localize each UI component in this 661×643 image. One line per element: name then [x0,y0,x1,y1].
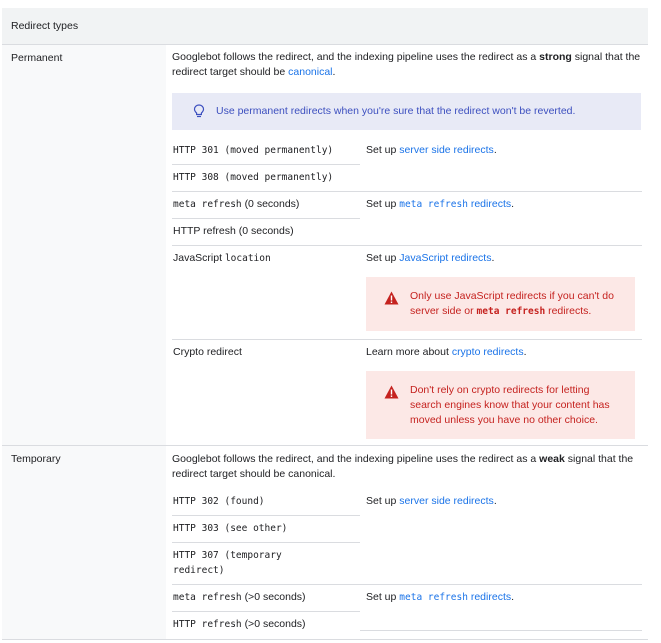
warning-line: Only use JavaScript redirects if you can… [410,290,614,302]
setup-prefix: Set up [366,144,397,156]
meta-refresh-suffix: (0 seconds) [244,198,300,210]
crypto-warning-text: Don't rely on crypto redirects for letti… [410,383,620,428]
temporary-desc-line2: redirect target should be canonical. [172,468,336,480]
warning-code: meta refresh [476,306,546,317]
temporary-desc-emphasis: weak [539,453,565,465]
setup-period: . [511,591,515,603]
permanent-label-cell: Permanent [2,45,166,445]
permanent-note-text: Use permanent redirects when you're sure… [216,105,576,117]
temporary-label-cell: Temporary [2,446,166,640]
setup-prefix: Set up [366,198,397,210]
javascript-redirects-link[interactable]: JavaScript redirects [399,252,491,264]
warning-line: search engines know that your content ha… [410,399,610,411]
setup-period: . [491,252,495,264]
javascript-location-label: JavaScript location [173,251,271,266]
redirect-types-table: Redirect types Permanent Googlebot follo… [0,0,661,643]
warning-line: moved unless you have no other choice. [410,414,598,426]
temporary-meta-refresh-setup-text: Set up meta refresh redirects. [366,590,514,605]
temporary-server-side-setup-text: Set up server side redirects. [366,494,497,509]
setup-period: . [493,144,497,156]
row-divider [172,584,642,585]
http-308-label: HTTP 308 (moved permanently) [173,172,334,183]
http-refresh-label: HTTP refresh (0 seconds) [173,225,294,237]
row-divider [172,218,360,219]
temporary-desc-text-end: signal that the [567,453,634,465]
server-side-setup-text: Set up server side redirects. [366,143,497,158]
setup-period: . [523,346,527,358]
permanent-desc-period: . [332,66,336,78]
meta-refresh-code: meta refresh [173,592,242,603]
temporary-http-refresh-label: HTTP refresh (>0 seconds) [173,617,306,632]
lightbulb-icon [193,104,205,118]
meta-refresh-redirects-link[interactable]: redirects [471,198,511,210]
meta-refresh-label: meta refresh (0 seconds) [173,197,299,212]
permanent-description: Googlebot follows the redirect, and the … [172,50,648,80]
warning-triangle-icon [384,385,399,399]
table-bottom-border [2,639,648,640]
crypto-redirects-link[interactable]: crypto redirects [452,346,524,358]
table-header-row: Redirect types [2,8,648,45]
meta-refresh-link-code[interactable]: meta refresh [399,592,468,603]
permanent-desc-text: Googlebot follows the redirect, and the … [172,51,537,63]
crypto-warning-callout: Don't rely on crypto redirects for letti… [366,371,635,439]
http-307-line: HTTP 307 (temporary [173,550,282,561]
row-divider [172,164,360,165]
meta-refresh-link-code[interactable]: meta refresh [399,199,468,210]
permanent-label: Permanent [11,52,63,64]
row-divider [172,245,642,246]
setup-period: . [511,198,515,210]
setup-prefix: Set up [366,252,397,264]
javascript-setup-text: Set up JavaScript redirects. [366,251,494,266]
meta-refresh-code: meta refresh [173,199,242,210]
temporary-meta-refresh-label: meta refresh (>0 seconds) [173,590,306,605]
row-divider [172,542,360,543]
http-303-label: HTTP 303 (see other) [173,523,288,534]
permanent-desc-text-end: signal that the [574,51,641,63]
http-301-label: HTTP 301 (moved permanently) [173,145,334,156]
row-divider [172,515,360,516]
setup-prefix: Set up [366,591,397,603]
permanent-desc-emphasis: strong [539,51,572,63]
warning-line-end: redirects. [548,305,592,317]
javascript-warning-text: Only use JavaScript redirects if you can… [410,289,620,319]
meta-refresh-redirects-link[interactable]: redirects [471,591,511,603]
meta-refresh-setup-text: Set up meta refresh redirects. [366,197,514,212]
server-side-redirects-link[interactable]: server side redirects [399,144,494,156]
setup-period: . [493,495,497,507]
http-refresh-suffix: (>0 seconds) [244,618,306,630]
server-side-redirects-link[interactable]: server side redirects [399,495,494,507]
http-302-label: HTTP 302 (found) [173,496,265,507]
location-code: location [224,253,271,264]
row-divider [360,630,642,631]
warning-line: Don't rely on crypto redirects for letti… [410,384,590,396]
crypto-redirect-label: Crypto redirect [173,346,242,358]
row-divider [172,611,360,612]
javascript-warning-callout: Only use JavaScript redirects if you can… [366,277,635,331]
row-divider [172,191,642,192]
http-refresh-code: HTTP refresh [173,619,242,630]
warning-triangle-icon [384,291,399,305]
setup-prefix: Set up [366,495,397,507]
http-307-line: redirect) [173,565,225,576]
permanent-note-callout: Use permanent redirects when you're sure… [172,93,641,130]
learn-more-prefix: Learn more about [366,346,449,358]
http-307-label: HTTP 307 (temporary redirect) [173,548,282,578]
canonical-link[interactable]: canonical [288,66,332,78]
permanent-desc-line2: redirect target should be [172,66,286,78]
crypto-learn-more-text: Learn more about crypto redirects. [366,345,527,360]
temporary-desc-text: Googlebot follows the redirect, and the … [172,453,537,465]
table-header-cell: Redirect types [11,20,79,32]
warning-line: server side or [410,305,474,317]
row-divider [172,339,642,340]
meta-refresh-suffix: (>0 seconds) [244,591,306,603]
javascript-label-text: JavaScript [173,252,223,264]
temporary-label: Temporary [11,453,61,465]
temporary-description: Googlebot follows the redirect, and the … [172,452,648,482]
